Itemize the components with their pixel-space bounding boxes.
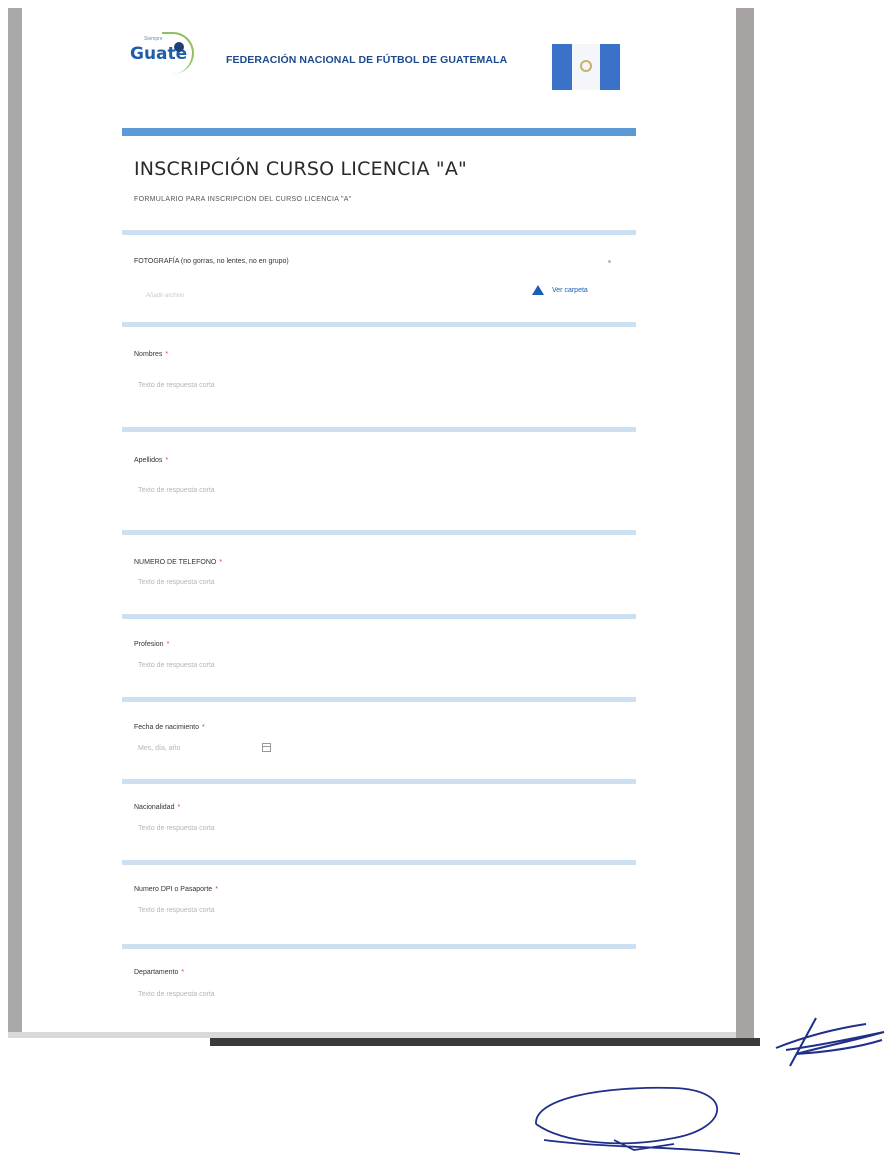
google-drive-icon — [532, 285, 544, 295]
short-answer-input[interactable]: Texto de respuesta corta — [138, 382, 215, 389]
form-subtitle: FORMULARIO PARA INSCRIPCION DEL CURSO LI… — [134, 196, 352, 203]
logo-ball-icon — [174, 42, 184, 52]
short-answer-input[interactable]: Texto de respuesta corta — [138, 825, 215, 832]
section-divider — [122, 530, 636, 535]
required-dot — [608, 260, 611, 263]
short-answer-input[interactable]: Texto de respuesta corta — [138, 487, 215, 494]
short-answer-input[interactable]: Texto de respuesta corta — [138, 991, 215, 998]
question-label: Nombres * — [134, 351, 168, 358]
siempre-guate-logo: Siempre Guate — [122, 30, 202, 74]
scan-border-right — [736, 8, 754, 1038]
question-label: Departamento * — [134, 969, 184, 976]
guatemala-flag-icon — [552, 44, 620, 90]
section-divider — [122, 779, 636, 784]
question-label: Fecha de nacimiento * — [134, 724, 205, 731]
question-label-text: Departamento — [134, 969, 179, 976]
question-label: Nacionalidad * — [134, 804, 180, 811]
short-answer-input[interactable]: Texto de respuesta corta — [138, 907, 215, 914]
question-label-text: Numero DPI o Pasaporte — [134, 886, 213, 893]
photo-question-label: FOTOGRAFÍA (no gorras, no lentes, no en … — [134, 258, 289, 265]
required-marker: * — [165, 351, 169, 358]
question-label: NUMERO DE TELEFONO * — [134, 559, 222, 566]
signature-lower — [535, 1086, 741, 1155]
header-divider-bar — [122, 128, 636, 136]
federation-title: FEDERACIÓN NACIONAL DE FÚTBOL DE GUATEMA… — [226, 54, 508, 66]
question-label-text: Nacionalidad — [134, 804, 175, 811]
scan-border-bottom — [210, 1038, 760, 1046]
section-divider — [122, 697, 636, 702]
required-marker: * — [219, 559, 223, 566]
required-marker: * — [201, 724, 205, 731]
question-label-text: Profesion — [134, 641, 164, 648]
question-label: Apellidos * — [134, 457, 168, 464]
view-folder-button[interactable]: Ver carpeta — [532, 285, 588, 295]
form-page: Siempre Guate FEDERACIÓN NACIONAL DE FÚT… — [22, 8, 736, 1032]
question-label-text: Fecha de nacimiento — [134, 724, 199, 731]
required-marker: * — [166, 641, 170, 648]
photo-upload-field[interactable]: Añadir archivo — [146, 293, 184, 299]
date-input[interactable]: Mes, día, año — [138, 745, 180, 752]
section-divider — [122, 427, 636, 432]
question-label: Profesion * — [134, 641, 169, 648]
question-label-text: Apellidos — [134, 457, 163, 464]
section-divider — [122, 230, 636, 235]
signature-upper — [775, 1017, 885, 1067]
header: Siempre Guate FEDERACIÓN NACIONAL DE FÚT… — [122, 26, 642, 90]
section-divider — [122, 860, 636, 865]
required-marker: * — [181, 969, 185, 976]
question-label-text: Nombres — [134, 351, 163, 358]
form-title: INSCRIPCIÓN CURSO LICENCIA "A" — [134, 158, 467, 180]
required-marker: * — [177, 804, 181, 811]
calendar-icon[interactable] — [262, 743, 271, 752]
logo-small-text: Siempre — [144, 36, 163, 42]
view-folder-label: Ver carpeta — [552, 286, 588, 294]
flag-emblem-icon — [580, 60, 592, 72]
section-divider — [122, 322, 636, 327]
question-label: Numero DPI o Pasaporte * — [134, 886, 218, 893]
question-label-text: NUMERO DE TELEFONO — [134, 559, 217, 566]
section-divider — [122, 614, 636, 619]
short-answer-input[interactable]: Texto de respuesta corta — [138, 662, 215, 669]
required-marker: * — [165, 457, 169, 464]
required-marker: * — [215, 886, 218, 893]
short-answer-input[interactable]: Texto de respuesta corta — [138, 579, 215, 586]
photo-label-text: FOTOGRAFÍA (no gorras, no lentes, no en … — [134, 258, 289, 265]
section-divider — [122, 944, 636, 949]
scan-border-left — [8, 8, 22, 1038]
